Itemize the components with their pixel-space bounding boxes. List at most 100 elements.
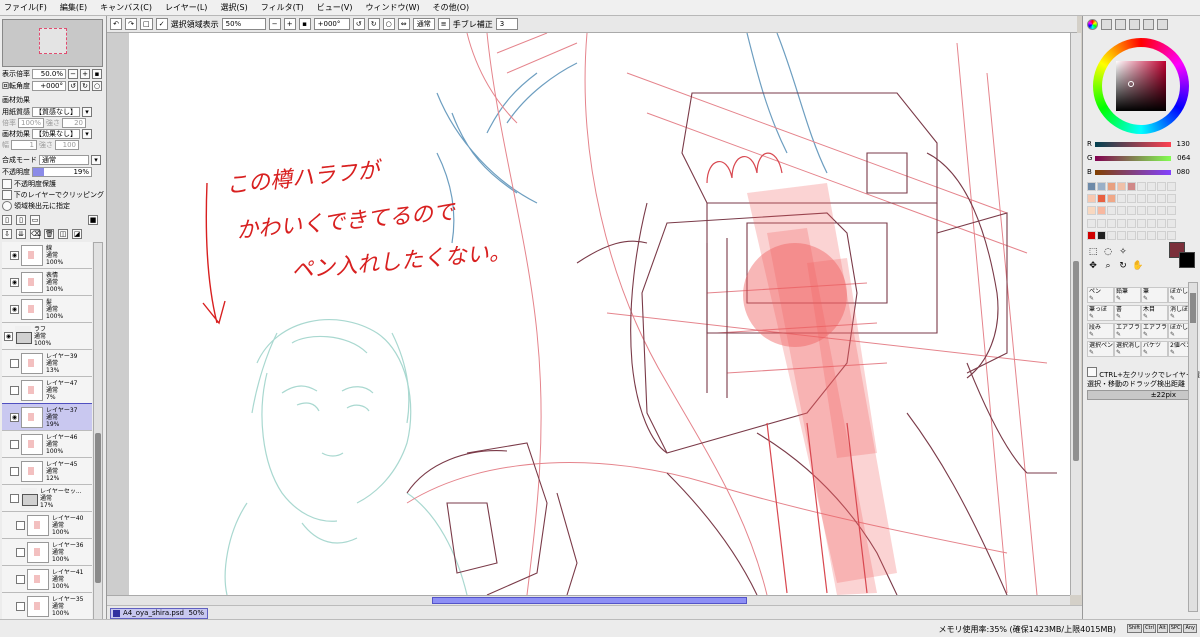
color-swatch[interactable] — [1167, 182, 1176, 191]
canvas-hscroll-thumb[interactable] — [432, 597, 747, 604]
menu-filter[interactable]: フィルタ(T) — [261, 2, 304, 13]
rotation-select[interactable]: +000° — [313, 18, 350, 30]
color-swatch[interactable] — [1147, 182, 1156, 191]
color-swatch[interactable] — [1127, 182, 1136, 191]
source-radio[interactable] — [2, 200, 12, 211]
menu-edit[interactable]: 編集(E) — [60, 2, 87, 13]
layer-visibility-icon[interactable]: ◉ — [4, 331, 13, 341]
color-swatch[interactable] — [1117, 182, 1126, 191]
background-color[interactable] — [1179, 252, 1195, 268]
layer-row[interactable]: レイヤー47 通常 7% — [2, 377, 92, 404]
brush-tool[interactable]: バケツ ✎ — [1141, 341, 1168, 357]
layer-list[interactable]: ◉ 線通常 100% ◉ 表情 通常 100% ◉ 髪通常 100% ◉ ラフ 通常 100% レイヤー39… — [2, 242, 92, 637]
color-picker-marker[interactable] — [1128, 81, 1134, 87]
green-value[interactable]: 064 — [1174, 154, 1190, 162]
color-swatch[interactable] — [1107, 194, 1116, 204]
color-swatch[interactable] — [1167, 206, 1176, 216]
effect-select[interactable]: 【効果なし】 — [32, 128, 80, 139]
deselect-icon[interactable]: □ — [140, 18, 153, 30]
zoom-select[interactable]: 50% — [221, 18, 266, 30]
layer-folder[interactable]: レイヤーセッ... 通常 17% — [2, 485, 92, 512]
selection-checkbox[interactable]: ✓ — [155, 18, 168, 30]
brush-tool[interactable]: 鉛筆 ✎ — [1114, 287, 1141, 303]
red-value[interactable]: 130 — [1174, 140, 1190, 148]
opacity-slider[interactable]: 19% — [32, 166, 92, 177]
brush-tool[interactable]: エアブラシ✎ — [1114, 323, 1141, 339]
color-wheel-tab-icon[interactable] — [1087, 19, 1098, 30]
transfer-down-icon[interactable]: ⇩ — [2, 228, 12, 239]
zoom-out-icon[interactable]: − — [268, 18, 281, 30]
color-swatch[interactable] — [1097, 218, 1106, 228]
color-swatch[interactable] — [1107, 206, 1116, 216]
brush-tool[interactable]: ペン ✎ — [1087, 287, 1114, 303]
color-swatch[interactable] — [1157, 206, 1166, 216]
layer-visibility-icon[interactable] — [10, 439, 19, 449]
color-swatch[interactable] — [1097, 194, 1106, 204]
undo-icon[interactable]: ↶ — [110, 18, 122, 30]
paper-select[interactable]: 【質感なし】 — [32, 106, 80, 117]
layer-visibility-icon[interactable]: ◉ — [10, 304, 19, 314]
layer-visibility-icon[interactable] — [10, 466, 19, 476]
hand-icon[interactable]: ✋ — [1132, 260, 1144, 272]
merge-down-icon[interactable]: ⇊ — [16, 228, 26, 239]
color-swatch[interactable] — [1167, 230, 1176, 240]
color-swatch[interactable] — [1107, 182, 1116, 191]
color-swatch[interactable] — [1097, 206, 1106, 216]
color-swatch[interactable] — [1147, 230, 1156, 240]
lasso-icon[interactable]: ◌ — [1102, 246, 1114, 258]
scratchpad-tab-icon[interactable] — [1157, 19, 1168, 30]
magic-wand-icon[interactable]: ✧ — [1117, 246, 1129, 258]
rotate-left-icon[interactable]: ↺ — [352, 18, 365, 30]
color-swatch[interactable] — [1137, 206, 1146, 216]
color-swatch[interactable] — [1157, 218, 1166, 228]
select-rect-icon[interactable]: ⬚ — [1087, 246, 1099, 258]
blend-dropdown-icon[interactable]: ▾ — [91, 154, 101, 165]
document-tab[interactable]: A4_oya_shira.psd 50% — [110, 608, 208, 619]
layer-mask-apply-icon[interactable]: ◪ — [72, 228, 82, 239]
canvas-area[interactable]: この樽ハラフが かわいくできてるので ペン入れしたくない。 — [107, 33, 1070, 595]
color-swatch[interactable] — [1117, 194, 1126, 204]
brush-tool[interactable]: 木目 ✎ — [1141, 305, 1168, 321]
canvas-vertical-scrollbar[interactable] — [1070, 33, 1081, 595]
paper-scale-field[interactable]: 100% — [18, 117, 44, 128]
fg-bg-colors[interactable] — [1169, 242, 1197, 270]
layer-scrollbar-thumb[interactable] — [95, 433, 101, 583]
canvas-vscroll-thumb[interactable] — [1073, 261, 1079, 461]
redo-icon[interactable]: ↷ — [125, 18, 137, 30]
new-layer-icon[interactable]: ▯ — [2, 214, 12, 225]
blue-value[interactable]: 080 — [1174, 168, 1189, 176]
color-swatch[interactable] — [1157, 194, 1166, 204]
rgb-slider-tab-icon[interactable] — [1101, 19, 1112, 30]
color-swatch[interactable] — [1137, 182, 1146, 191]
color-swatch[interactable] — [1117, 230, 1126, 240]
color-swatch[interactable] — [1087, 194, 1096, 204]
layer-row[interactable]: レイヤー45 通常 12% — [2, 458, 92, 485]
color-swatch[interactable] — [1127, 194, 1136, 204]
layer-mask-icon[interactable]: ◫ — [58, 228, 68, 239]
layer-row[interactable]: レイヤー35 通常 100% — [2, 593, 92, 620]
blend-mode-select[interactable]: 通常 — [39, 154, 89, 165]
zoom-reset-icon[interactable]: ▪ — [298, 18, 311, 30]
nav-rotate-left-icon[interactable]: ↺ — [68, 80, 78, 91]
layer-visibility-icon[interactable]: ◉ — [10, 412, 19, 422]
layer-row[interactable]: レイヤー46 通常 100% — [2, 431, 92, 458]
layer-visibility-icon[interactable] — [16, 601, 25, 611]
color-swatch[interactable] — [1087, 230, 1096, 240]
color-swatch[interactable] — [1087, 206, 1096, 216]
right-scrollbar-thumb[interactable] — [1190, 293, 1196, 323]
protect-checkbox[interactable] — [2, 178, 12, 189]
new-vector-layer-icon[interactable]: ▯ — [16, 214, 26, 225]
menu-window[interactable]: ウィンドウ(W) — [365, 2, 419, 13]
rotate-right-icon[interactable]: ↻ — [367, 18, 380, 30]
layer-visibility-icon[interactable] — [16, 547, 25, 557]
navigator[interactable] — [2, 19, 103, 67]
layer-row[interactable]: ◉ 線通常 100% — [2, 242, 92, 269]
color-swatch[interactable] — [1127, 218, 1136, 228]
nav-zoom-plus-icon[interactable]: + — [80, 68, 90, 79]
menu-select[interactable]: 選択(S) — [220, 2, 247, 13]
rotate-tool-icon[interactable]: ↻ — [1117, 260, 1129, 272]
drag-distance-field[interactable]: ±22pix — [1087, 390, 1197, 400]
nav-rotate-field[interactable]: +000° — [32, 80, 66, 91]
color-swatch[interactable] — [1137, 194, 1146, 204]
paper-dropdown-icon[interactable]: ▾ — [82, 106, 92, 117]
